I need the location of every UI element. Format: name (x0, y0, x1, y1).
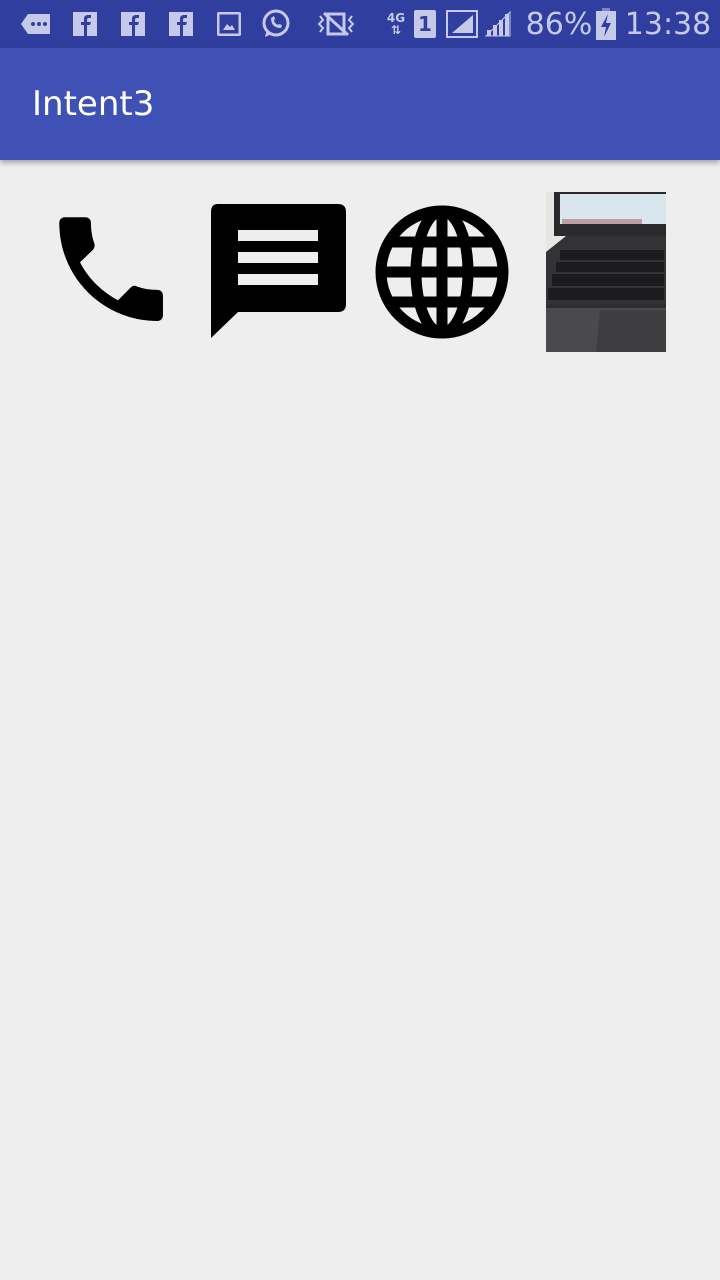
laptop-photo (546, 192, 666, 352)
web-button[interactable] (374, 204, 510, 340)
vibrate-mute-icon (316, 10, 356, 38)
message-icon (211, 204, 346, 338)
facebook-icon (168, 10, 194, 38)
message-button[interactable] (208, 204, 348, 340)
facebook-icon (72, 10, 98, 38)
camera-photo-thumbnail[interactable] (546, 192, 666, 352)
battery-charging-icon (595, 8, 617, 40)
status-bar: 4G ⇅ 1 86% 13:38 (0, 0, 720, 48)
whatsapp-icon (261, 9, 291, 38)
signal-icon (484, 10, 512, 38)
sim-icon: 1 (414, 10, 436, 38)
signal-icon (446, 10, 478, 38)
globe-icon (375, 205, 509, 339)
battery-percent: 86% (525, 6, 593, 42)
facebook-icon (120, 10, 146, 38)
gallery-icon (216, 10, 242, 38)
phone-button[interactable] (50, 208, 178, 336)
phone-icon (59, 217, 163, 321)
page-title: Intent3 (32, 84, 155, 124)
4g-data-icon: 4G ⇅ (386, 11, 406, 37)
clock: 13:38 (624, 6, 712, 42)
message-notification-icon (20, 10, 52, 38)
app-bar: Intent3 (0, 48, 720, 160)
